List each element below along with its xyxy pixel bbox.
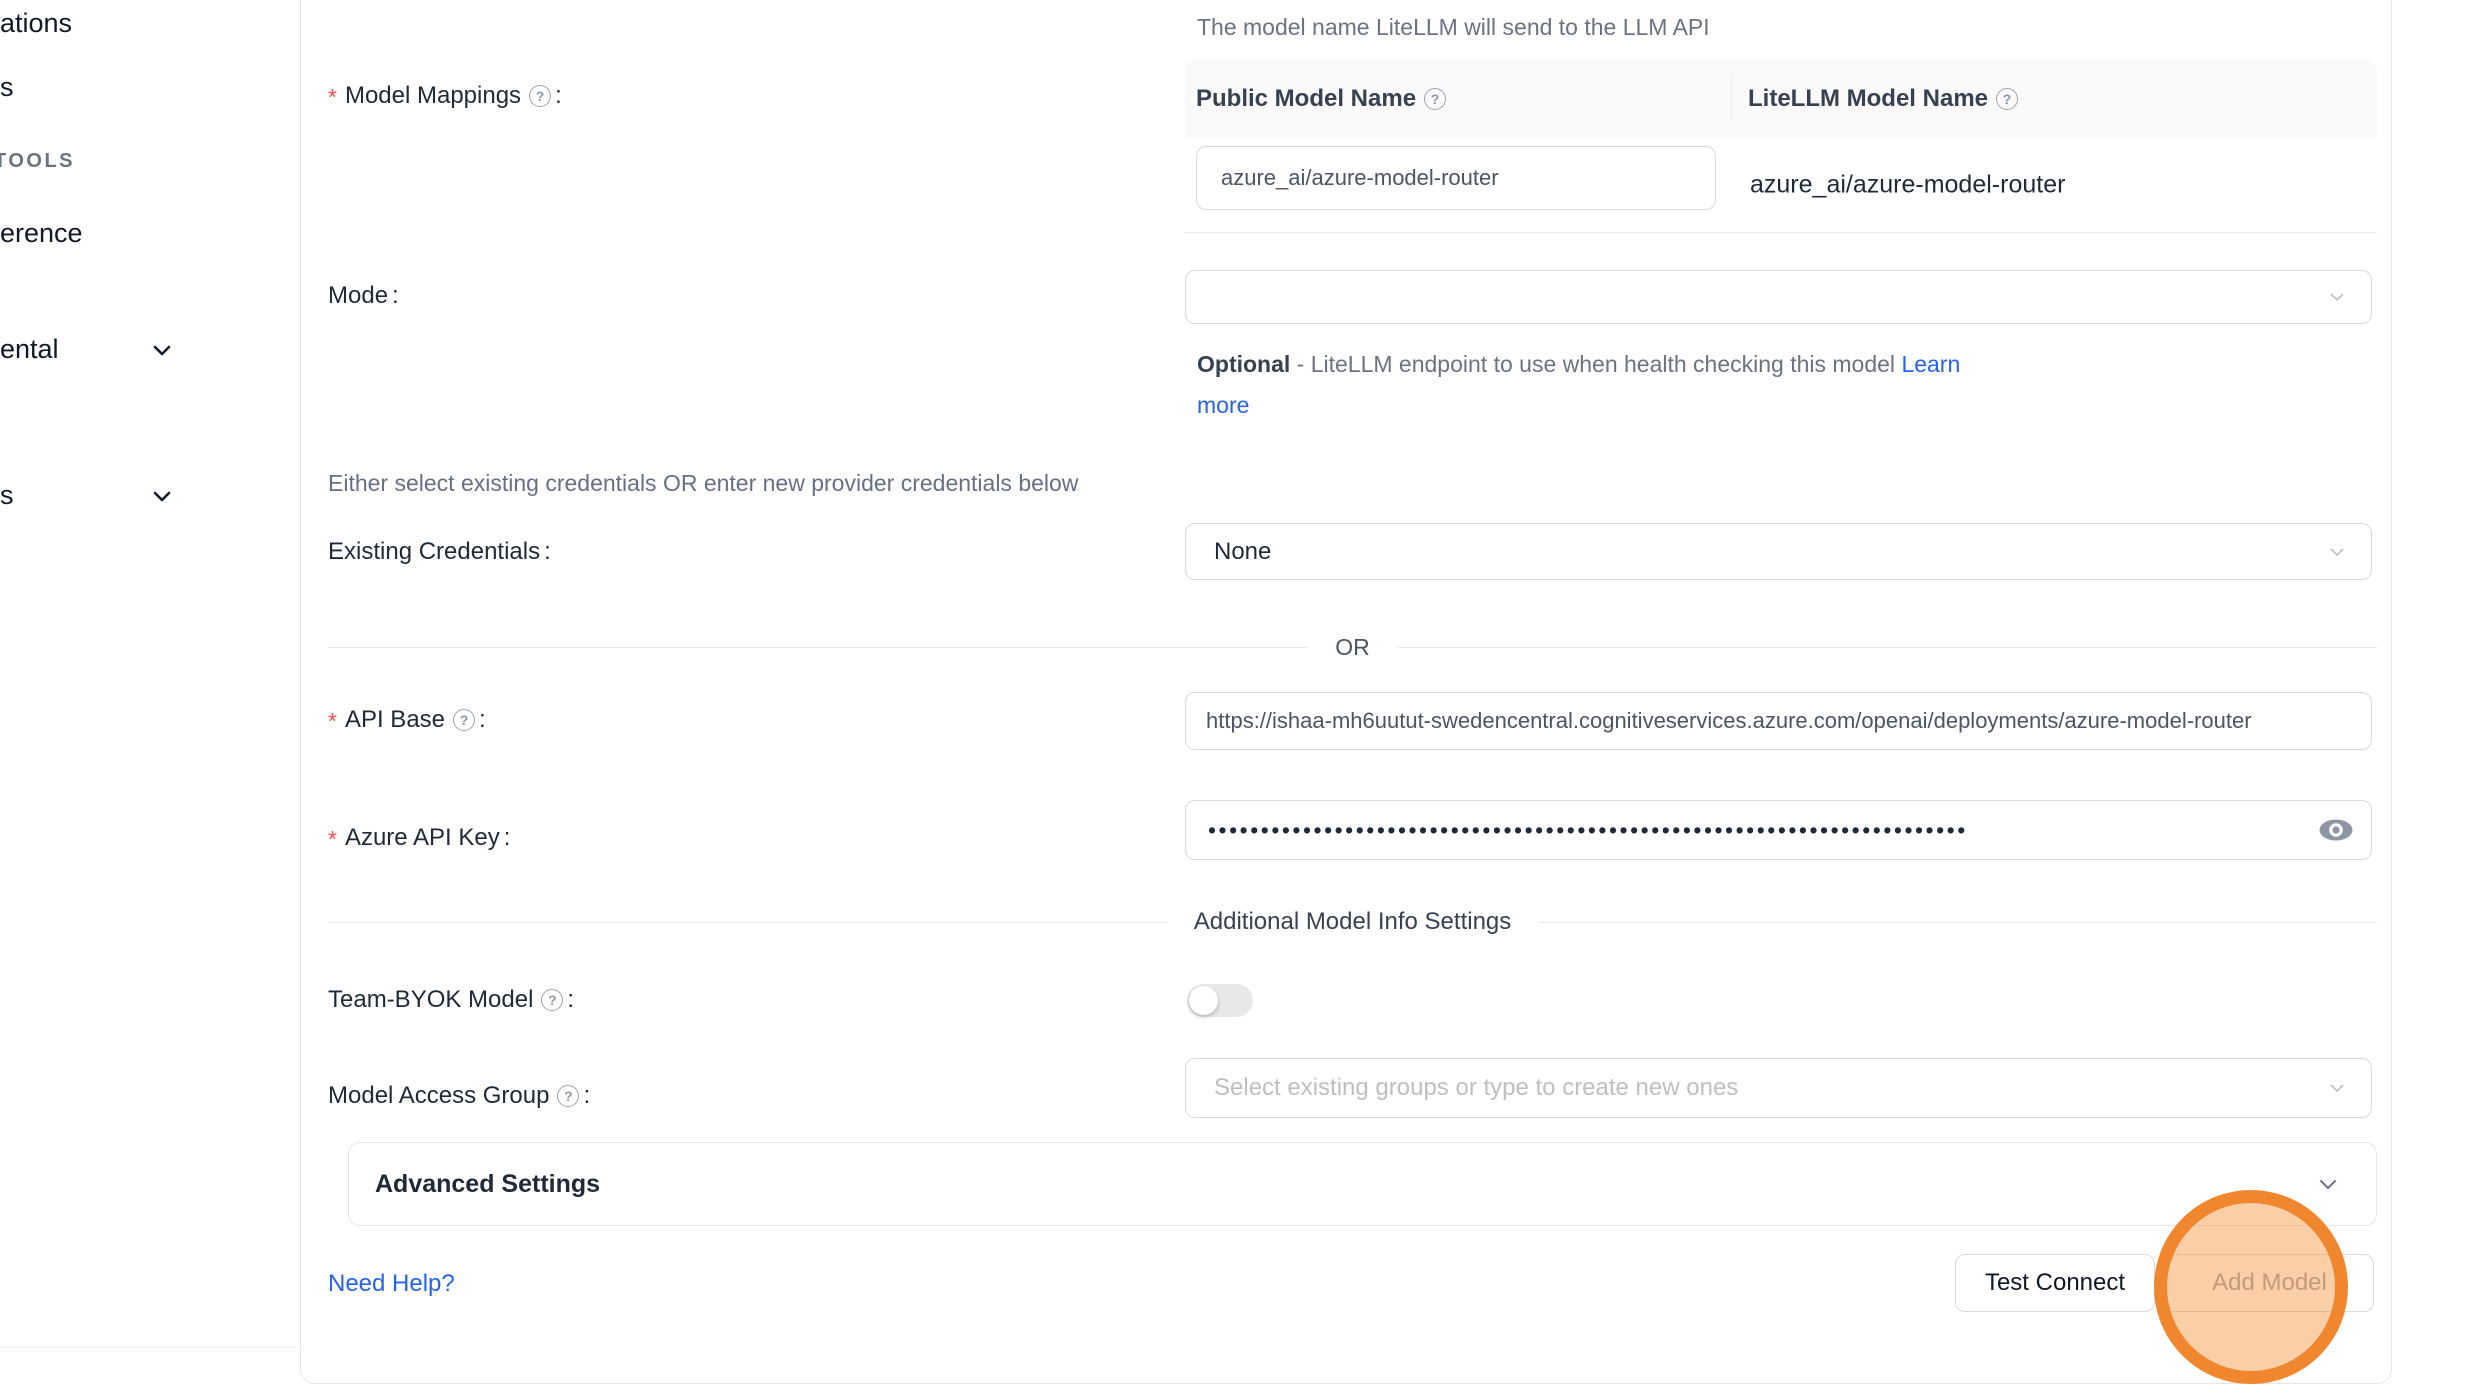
credentials-note: Either select existing credentials OR en… [328, 470, 1078, 497]
api-base-label: * API Base ? : [328, 704, 486, 735]
question-circle-icon[interactable]: ? [557, 1085, 579, 1107]
or-divider: OR [328, 634, 2377, 661]
label-colon: : [544, 538, 551, 566]
api-base-input[interactable] [1185, 692, 2372, 750]
team-byok-toggle[interactable] [1187, 984, 1253, 1017]
mode-label: Mode : [328, 282, 399, 310]
label-colon: : [555, 82, 562, 110]
team-byok-label: Team-BYOK Model ? : [328, 986, 574, 1014]
required-mark: * [328, 704, 337, 735]
divider-line [328, 922, 1166, 923]
label-colon: : [504, 824, 511, 852]
divider-line [328, 647, 1307, 648]
sidebar-item-settings[interactable]: s [0, 480, 14, 511]
model-mappings-label-text: Model Mappings [345, 82, 521, 110]
mappings-table-row: azure_ai/azure-model-router [1185, 138, 2377, 233]
public-model-name-input[interactable] [1196, 146, 1716, 210]
additional-settings-divider: Additional Model Info Settings [328, 908, 2377, 936]
chevron-down-icon[interactable] [150, 484, 174, 508]
question-circle-icon[interactable]: ? [529, 85, 551, 107]
sidebar-section-tools: TOOLS [0, 150, 75, 173]
question-circle-icon[interactable]: ? [1996, 88, 2018, 110]
eye-icon-glyph [2318, 817, 2354, 843]
label-colon: : [479, 706, 486, 734]
model-access-group-label: Model Access Group ? : [328, 1082, 590, 1110]
public-model-name-header-text: Public Model Name [1196, 85, 1416, 113]
model-name-helper-text: The model name LiteLLM will send to the … [1197, 14, 1710, 41]
divider-line [1539, 922, 2377, 923]
mode-select[interactable] [1185, 270, 2372, 324]
litellm-model-name-header-text: LiteLLM Model Name [1748, 85, 1988, 113]
sidebar-item-experimental[interactable]: ental [0, 334, 59, 365]
toggle-knob [1189, 986, 1218, 1015]
existing-credentials-label-text: Existing Credentials [328, 538, 540, 566]
required-mark: * [328, 822, 337, 853]
model-mappings-label: * Model Mappings ? : [328, 80, 562, 111]
additional-settings-divider-text: Additional Model Info Settings [1166, 908, 1540, 936]
optional-bold: Optional [1197, 351, 1290, 377]
litellm-model-name-header: LiteLLM Model Name ? [1731, 85, 2018, 113]
existing-credentials-select[interactable]: None [1185, 523, 2372, 580]
azure-api-key-label-text: Azure API Key [345, 824, 500, 852]
chevron-down-icon [2327, 1078, 2347, 1098]
eye-icon[interactable] [2318, 817, 2354, 843]
model-access-group-placeholder: Select existing groups or type to create… [1186, 1074, 1738, 1102]
question-circle-icon[interactable]: ? [453, 709, 475, 731]
model-access-group-label-text: Model Access Group [328, 1082, 549, 1110]
chevron-down-icon[interactable] [150, 338, 174, 362]
api-base-label-text: API Base [345, 706, 445, 734]
divider-line [1398, 647, 2377, 648]
question-circle-icon[interactable]: ? [1424, 88, 1446, 110]
test-connect-button[interactable]: Test Connect [1955, 1254, 2155, 1312]
existing-credentials-label: Existing Credentials : [328, 538, 551, 566]
azure-api-key-label: * Azure API Key : [328, 822, 510, 853]
team-byok-label-text: Team-BYOK Model [328, 986, 533, 1014]
required-mark: * [328, 80, 337, 111]
label-colon: : [392, 282, 399, 310]
sidebar-item-inference[interactable]: erence [0, 218, 83, 249]
add-model-button[interactable]: Add Model [2165, 1254, 2374, 1312]
mode-label-text: Mode [328, 282, 388, 310]
litellm-model-name-value: azure_ai/azure-model-router [1750, 171, 2065, 200]
sidebar-divider [0, 1347, 300, 1348]
mappings-table-header: Public Model Name ? LiteLLM Model Name ? [1185, 60, 2377, 138]
sidebar-item-models[interactable]: s [0, 72, 14, 103]
need-help-link[interactable]: Need Help? [328, 1270, 455, 1298]
question-circle-icon[interactable]: ? [541, 989, 563, 1011]
azure-api-key-field [1185, 800, 2372, 860]
chevron-down-icon [2327, 287, 2347, 307]
or-divider-text: OR [1307, 634, 1398, 661]
public-model-name-header: Public Model Name ? [1185, 85, 1731, 113]
mode-helper-body: - LiteLLM endpoint to use when health ch… [1290, 351, 1901, 377]
chevron-down-icon [2316, 1172, 2340, 1196]
azure-api-key-input[interactable] [1185, 800, 2372, 860]
label-colon: : [567, 986, 574, 1014]
chevron-down-icon [2327, 542, 2347, 562]
sidebar-item-organizations[interactable]: ations [0, 8, 72, 39]
advanced-settings-title: Advanced Settings [375, 1170, 600, 1199]
label-colon: : [583, 1082, 590, 1110]
header-column-divider [1731, 76, 1732, 122]
mode-helper-text: Optional - LiteLLM endpoint to use when … [1197, 344, 2337, 426]
model-mappings-table: Public Model Name ? LiteLLM Model Name ?… [1185, 60, 2377, 233]
advanced-settings-panel[interactable]: Advanced Settings [348, 1142, 2377, 1226]
existing-credentials-value: None [1186, 538, 1271, 566]
model-access-group-select[interactable]: Select existing groups or type to create… [1185, 1058, 2372, 1118]
